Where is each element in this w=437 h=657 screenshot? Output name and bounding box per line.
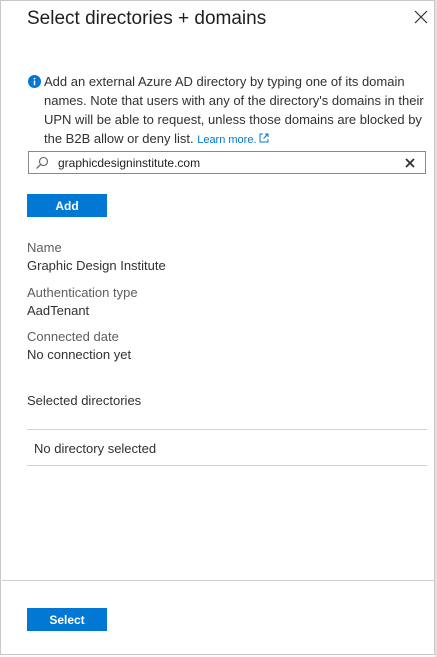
info-message: Add an external Azure AD directory by ty… xyxy=(28,72,424,150)
empty-list-message: No directory selected xyxy=(34,441,157,456)
name-value: Graphic Design Institute xyxy=(27,258,166,273)
auth-type-label: Authentication type xyxy=(27,285,138,300)
list-divider-top xyxy=(27,429,427,430)
domain-search-input[interactable] xyxy=(58,152,405,173)
external-link-icon xyxy=(259,133,269,143)
clear-icon[interactable] xyxy=(405,157,415,168)
search-icon xyxy=(36,156,49,169)
list-divider-bottom xyxy=(27,465,427,466)
close-icon[interactable] xyxy=(413,9,429,25)
panel-title: Select directories + domains xyxy=(27,8,267,29)
connected-date-label: Connected date xyxy=(27,329,119,344)
select-button[interactable]: Select xyxy=(27,608,107,631)
domain-search-box[interactable] xyxy=(28,151,426,174)
footer-divider xyxy=(2,580,435,581)
connected-date-value: No connection yet xyxy=(27,347,132,362)
info-icon xyxy=(28,75,41,88)
add-button[interactable]: Add xyxy=(27,194,107,217)
learn-more-link[interactable]: Learn more. xyxy=(197,133,269,146)
side-panel: Select directories + domains Add an exte… xyxy=(0,0,435,655)
info-text-wrap: Add an external Azure AD directory by ty… xyxy=(44,72,424,150)
auth-type-value: AadTenant xyxy=(27,303,90,318)
name-label: Name xyxy=(27,240,62,255)
selected-directories-title: Selected directories xyxy=(27,393,142,408)
